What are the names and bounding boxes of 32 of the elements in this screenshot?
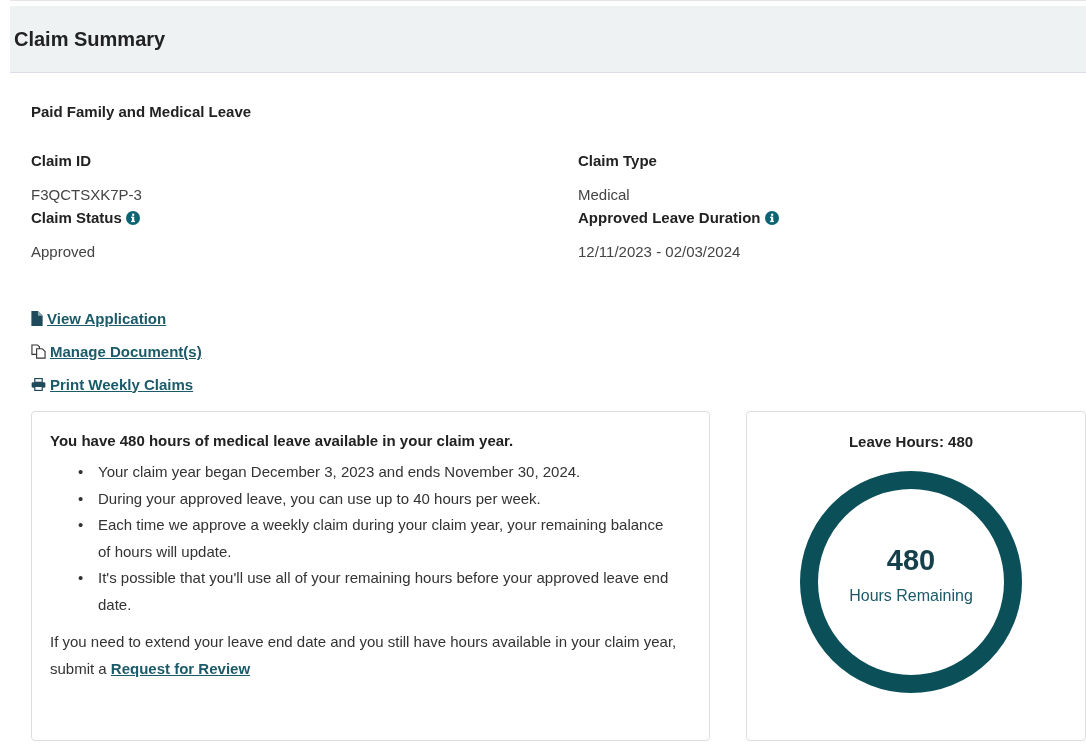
link[interactable]: Print Weekly Claims bbox=[50, 375, 194, 393]
field-label: Claim Type bbox=[578, 152, 657, 169]
hours-title: Leave Hours: 480 bbox=[847, 433, 975, 450]
field-label: Claim ID bbox=[31, 152, 91, 169]
bullet-marker: • bbox=[78, 568, 85, 588]
info-icon[interactable] bbox=[764, 210, 779, 225]
bullet-marker: • bbox=[78, 462, 85, 482]
card-heading: You have 480 hours of medical leave available in your claim year. bbox=[50, 432, 515, 449]
field-value: Approved bbox=[31, 243, 97, 260]
link[interactable]: View Application bbox=[47, 309, 167, 327]
printer-icon bbox=[31, 377, 46, 391]
review-paragraph: If you need to extend your leave end date and you still have hours available in your claim year, submit a Request for Review bbox=[50, 632, 678, 679]
bullet-marker: • bbox=[78, 488, 85, 509]
field-label: Approved Leave Duration bbox=[578, 209, 761, 226]
field-value: Medical bbox=[578, 186, 631, 203]
field-label: Claim Status bbox=[31, 209, 122, 226]
page-title: Claim Summary bbox=[14, 27, 166, 51]
bullet-item: Each time we approve a weekly claim during your claim year, your remaining balance of hours will update. bbox=[98, 515, 665, 562]
field-value: F3QCTSXK7P-3 bbox=[31, 186, 143, 203]
program-name: Paid Family and Medical Leave bbox=[31, 103, 253, 120]
bullet-marker: • bbox=[78, 515, 85, 535]
bullet-item: During your approved leave, you can use up to 40 hours per week. bbox=[98, 488, 541, 509]
file-icon bbox=[31, 310, 43, 326]
hours-value: 480 bbox=[886, 544, 936, 577]
link[interactable]: Manage Document(s) bbox=[50, 342, 202, 360]
bullet-item: Your claim year began December 3, 2023 and ends November 30, 2024. bbox=[98, 462, 581, 482]
bullet-item: It's possible that you'll use all of your remaining hours before your approved leave end date. bbox=[98, 568, 669, 615]
review-link[interactable]: Request for Review bbox=[110, 660, 251, 677]
field-value: 12/11/2023 - 02/03/2024 bbox=[578, 243, 742, 260]
info-icon[interactable] bbox=[125, 210, 140, 225]
copy-icon bbox=[31, 343, 46, 359]
hours-caption: Hours Remaining bbox=[849, 587, 973, 605]
